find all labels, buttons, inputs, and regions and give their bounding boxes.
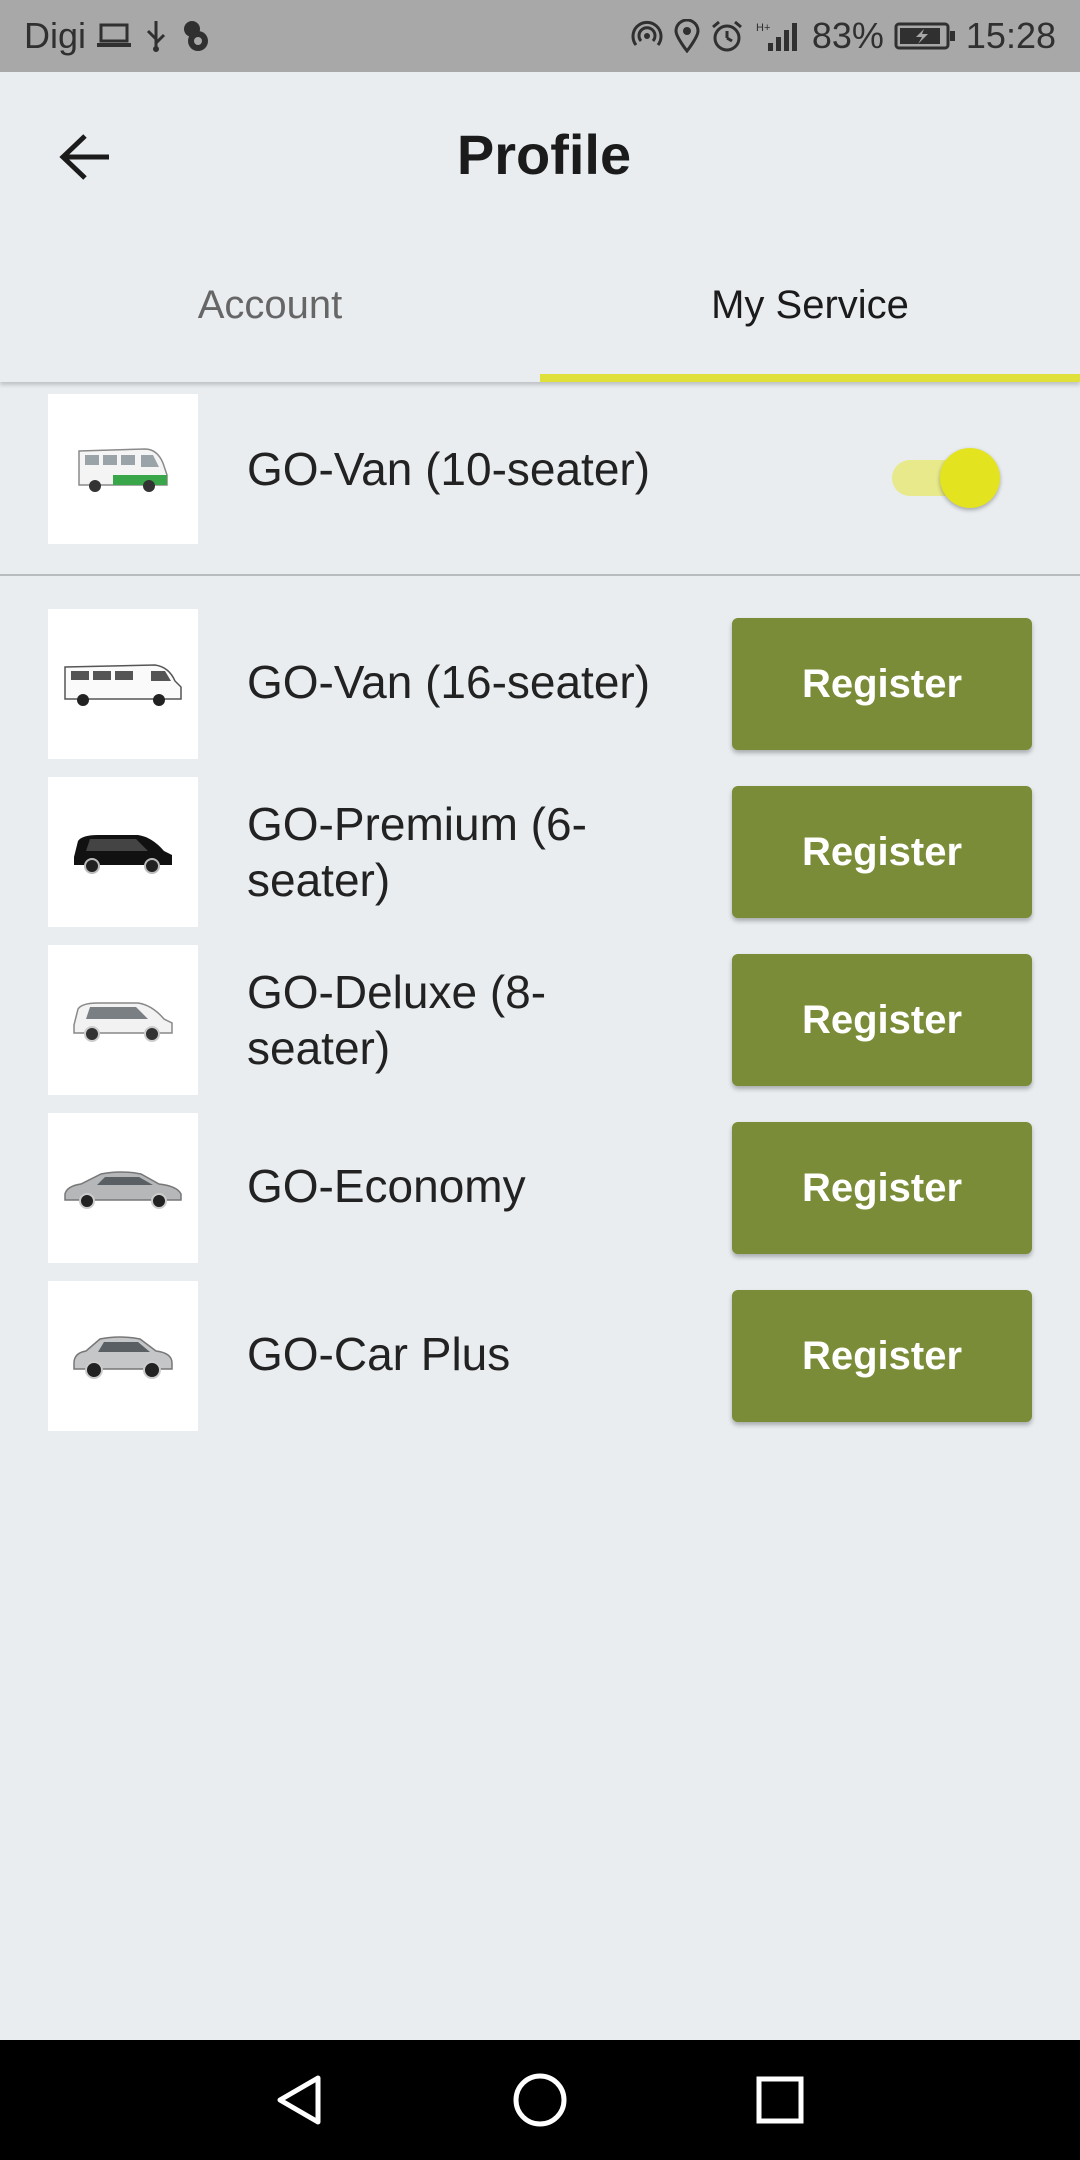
service-row-go-economy: GO-Economy Register xyxy=(0,1113,1080,1263)
service-name: GO-Economy xyxy=(247,1160,526,1212)
service-name: GO-Car Plus xyxy=(247,1328,511,1380)
service-row-go-deluxe: GO-Deluxe (8-seater) Register xyxy=(0,945,1080,1095)
battery-charging-icon xyxy=(894,21,956,51)
register-button-go-deluxe[interactable]: Register xyxy=(732,954,1032,1086)
home-circle-icon[interactable] xyxy=(500,2060,580,2140)
van-16-seater-image xyxy=(48,609,198,759)
deluxe-minivan-image xyxy=(48,945,198,1095)
tab-my-service[interactable]: My Service xyxy=(540,242,1080,382)
location-icon xyxy=(674,19,700,53)
service-row-go-van-16: GO-Van (16-seater) Register xyxy=(0,609,1080,759)
sedan-image xyxy=(48,1113,198,1263)
service-toggle-switch[interactable] xyxy=(892,448,1002,508)
tab-bar: Account My Service xyxy=(0,242,1080,382)
usb-icon xyxy=(142,19,170,53)
recents-square-icon[interactable] xyxy=(740,2060,820,2140)
active-service-section: GO-Van (10-seater) xyxy=(0,382,1080,576)
tab-my-service-label: My Service xyxy=(711,282,909,327)
suv-image xyxy=(48,1281,198,1431)
system-nav-bar xyxy=(0,2040,1080,2160)
alarm-icon xyxy=(710,19,744,53)
service-name: GO-Van (16-seater) xyxy=(247,656,651,708)
app-notification-icon xyxy=(180,19,210,53)
tab-selected-indicator xyxy=(540,374,1080,382)
register-button-go-premium[interactable]: Register xyxy=(732,786,1032,918)
svg-text:H+: H+ xyxy=(756,22,770,34)
register-button-go-car-plus[interactable]: Register xyxy=(732,1290,1032,1422)
van-10-seater-image xyxy=(48,394,198,544)
app-bar: Profile xyxy=(0,72,1080,242)
back-triangle-icon[interactable] xyxy=(260,2060,340,2140)
active-service-row: GO-Van (10-seater) xyxy=(0,394,1080,544)
battery-percent: 83% xyxy=(811,15,884,56)
service-row-go-premium: GO-Premium (6-seater) Register xyxy=(0,777,1080,927)
laptop-icon xyxy=(96,21,132,51)
service-row-go-car-plus: GO-Car Plus Register xyxy=(0,1281,1080,1431)
status-bar: Digi H+ 83% 15:28 xyxy=(0,0,1080,72)
page-title: Profile xyxy=(456,123,632,186)
toggle-knob xyxy=(940,448,1000,508)
carrier-name: Digi xyxy=(24,15,87,56)
service-name: GO-Deluxe (8-seater) xyxy=(247,966,547,1074)
hotspot-icon xyxy=(630,19,664,53)
signal-icon: H+ xyxy=(754,19,802,53)
clock-time: 15:28 xyxy=(965,15,1056,56)
service-name: GO-Premium (6-seater) xyxy=(247,798,587,906)
active-service-name: GO-Van (10-seater) xyxy=(247,443,651,495)
register-button-go-economy[interactable]: Register xyxy=(732,1122,1032,1254)
premium-minivan-image xyxy=(48,777,198,927)
register-button-go-van-16[interactable]: Register xyxy=(732,618,1032,750)
tab-account[interactable]: Account xyxy=(0,242,540,382)
